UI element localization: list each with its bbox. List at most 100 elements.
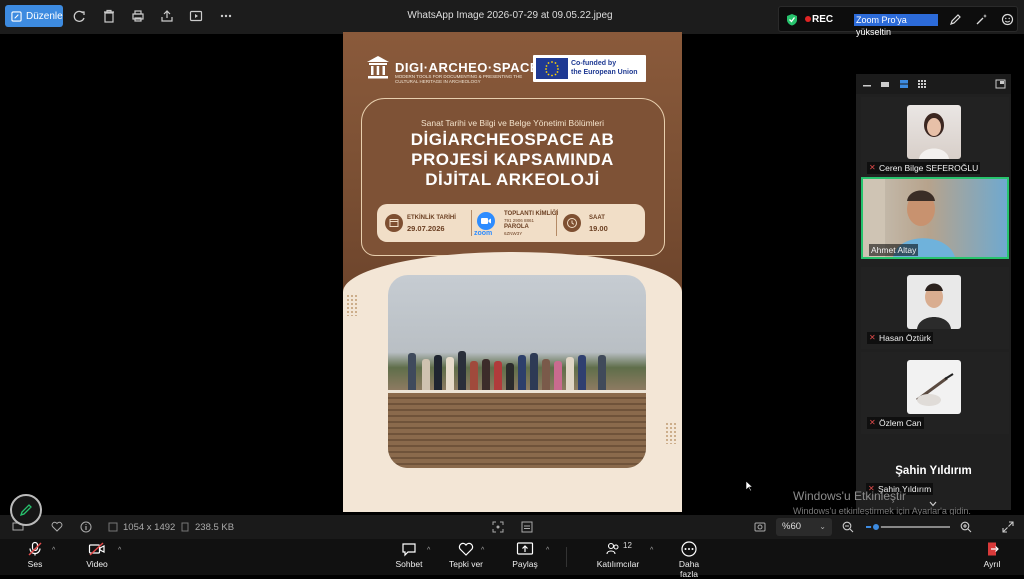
headline-line-1: DİGİARCHEOSPACE AB	[410, 130, 615, 149]
participant-name: Ceren Bilge SEFEROĞLU	[879, 163, 979, 173]
gallery-grid-icon[interactable]	[917, 79, 927, 89]
recording-label[interactable]: REC	[812, 14, 833, 25]
time-value: 19.00	[589, 224, 608, 233]
clock-icon	[563, 214, 581, 232]
gallery-view-controls	[856, 74, 1011, 94]
mic-muted-icon: ✕	[869, 333, 876, 342]
rotate-icon[interactable]	[73, 9, 87, 23]
participant-tile[interactable]: ✕ Hasan Öztürk	[861, 267, 1009, 349]
reactions-icon[interactable]	[1001, 13, 1014, 26]
group-photo	[388, 275, 646, 468]
info-icon[interactable]	[80, 521, 92, 533]
annotation-pen-button[interactable]	[10, 494, 42, 526]
delete-icon[interactable]	[102, 9, 116, 23]
participant-name-tag: ✕ Özlem Can	[867, 417, 924, 429]
participants-count: 12	[623, 541, 632, 550]
speaker-view-icon[interactable]	[880, 80, 890, 88]
fullscreen-icon[interactable]	[1002, 521, 1014, 533]
info-divider	[471, 210, 472, 236]
zoom-slider[interactable]	[866, 522, 950, 532]
event-info-bar: ETKİNLİK TARİHİ 29.07.2026 zoom TOPLANTI…	[377, 204, 645, 242]
leave-button[interactable]: Ayrıl	[981, 541, 1003, 569]
participant-tile-active[interactable]: Ahmet Altay	[861, 177, 1009, 259]
participant-name-tag: Ahmet Altay	[869, 244, 919, 256]
ai-assist-icon[interactable]	[975, 13, 988, 26]
react-options-caret-icon[interactable]: ^	[481, 547, 484, 554]
slideshow-icon[interactable]	[189, 9, 203, 23]
zoom-in-icon[interactable]	[960, 521, 972, 533]
participant-name: Ahmet Altay	[871, 245, 917, 255]
minimize-icon[interactable]	[862, 80, 872, 88]
participants-options-caret-icon[interactable]: ^	[650, 547, 653, 554]
more-options-icon[interactable]	[219, 9, 233, 23]
actual-size-icon[interactable]	[521, 521, 533, 533]
print-icon[interactable]	[131, 9, 145, 23]
favorite-heart-icon[interactable]	[51, 521, 63, 532]
audio-options-caret-icon[interactable]: ^	[52, 547, 55, 554]
chat-button[interactable]: Sohbet	[393, 541, 425, 569]
participants-button[interactable]: 12 Katılımcılar	[596, 541, 640, 569]
eu-line-1: Co-funded by	[571, 60, 617, 67]
dimensions-icon	[108, 522, 118, 532]
date-label: ETKİNLİK TARİHİ	[407, 215, 456, 221]
participant-tile[interactable]: ✕ Ceren Bilge SEFEROĞLU	[861, 97, 1009, 179]
share-icon[interactable]	[160, 9, 174, 23]
decorative-dots	[346, 294, 358, 316]
video-button[interactable]: Video	[83, 541, 111, 569]
poster-image: DIGI·ARCHEO·SPACE MODERN TOOLS FOR DOCUM…	[343, 32, 682, 512]
share-options-caret-icon[interactable]: ^	[546, 547, 549, 554]
share-screen-button[interactable]: Paylaş	[510, 541, 540, 569]
group-photo-deck	[388, 393, 646, 468]
zoom-out-icon[interactable]	[842, 521, 854, 533]
mic-muted-icon	[28, 541, 42, 556]
controls-divider	[566, 547, 567, 567]
fit-to-window-icon[interactable]	[492, 521, 504, 533]
calendar-icon	[385, 214, 403, 232]
file-size: 238.5 KB	[195, 522, 235, 533]
eu-line-2: the European Union	[571, 69, 638, 76]
edit-button[interactable]: Düzenle	[5, 5, 63, 27]
participant-avatar	[907, 360, 961, 414]
meeting-controls-bar: Ses ^ Video ^ Sohbet ^ Tepki ver ^ Payla…	[0, 539, 1024, 579]
recording-indicator-icon	[805, 16, 811, 22]
time-label: SAAT	[589, 215, 605, 221]
react-button[interactable]: Tepki ver	[447, 541, 485, 569]
eu-funding-badge: Co-funded by the European Union	[533, 55, 646, 82]
active-speaker-name: Şahin Yıldırım	[895, 465, 972, 477]
more-label: Daha fazla	[678, 559, 700, 579]
participant-name: Hasan Öztürk	[879, 333, 931, 343]
participant-gallery-panel: ✕ Ceren Bilge SEFEROĞLU Ahmet Altay ✕ Hasa…	[856, 74, 1011, 510]
participant-name: Özlem Can	[879, 418, 922, 428]
eu-funding-text: Co-funded by the European Union	[571, 59, 638, 77]
heart-react-icon	[458, 542, 474, 556]
zoom-fit-icon[interactable]	[754, 521, 766, 533]
zoom-level-value: %60	[782, 521, 802, 532]
participants-icon	[606, 542, 619, 555]
zoom-logo-icon	[477, 212, 495, 230]
upgrade-pro-button[interactable]: Zoom Pro'ya yükseltin	[854, 14, 938, 37]
chat-options-caret-icon[interactable]: ^	[427, 547, 430, 554]
more-button[interactable]: Daha fazla	[669, 541, 709, 579]
participant-tile[interactable]: ✕ Özlem Can	[861, 352, 1009, 434]
strip-view-icon[interactable]	[899, 79, 909, 89]
pop-out-icon[interactable]	[995, 79, 1006, 89]
video-label: Video	[86, 559, 108, 569]
participant-name-tag: ✕ Hasan Öztürk	[867, 332, 933, 344]
edit-button-label: Düzenle	[26, 10, 63, 22]
audio-button[interactable]: Ses	[22, 541, 48, 569]
security-shield-icon[interactable]	[786, 13, 798, 26]
poster-subtitle: Sanat Tarihi ve Bilgi ve Belge Yönetimi …	[420, 118, 604, 128]
participant-avatar	[907, 105, 961, 159]
mouse-cursor-icon	[745, 480, 753, 492]
eu-flag-icon	[536, 58, 568, 79]
video-options-caret-icon[interactable]: ^	[118, 547, 121, 554]
info-divider	[556, 210, 557, 236]
zoom-slider-handle[interactable]	[871, 522, 882, 532]
participants-label: Katılımcılar	[596, 559, 640, 569]
zoom-level-select[interactable]: %60 ⌄	[776, 518, 832, 536]
chat-label: Sohbet	[395, 559, 423, 569]
column-logo-icon	[367, 56, 389, 79]
project-logo-text: DIGI·ARCHEO·SPACE	[395, 60, 540, 75]
annotate-pen-icon[interactable]	[949, 13, 962, 26]
poster-headline: DİGİARCHEOSPACE AB PROJESİ KAPSAMINDA Dİ…	[343, 130, 682, 190]
